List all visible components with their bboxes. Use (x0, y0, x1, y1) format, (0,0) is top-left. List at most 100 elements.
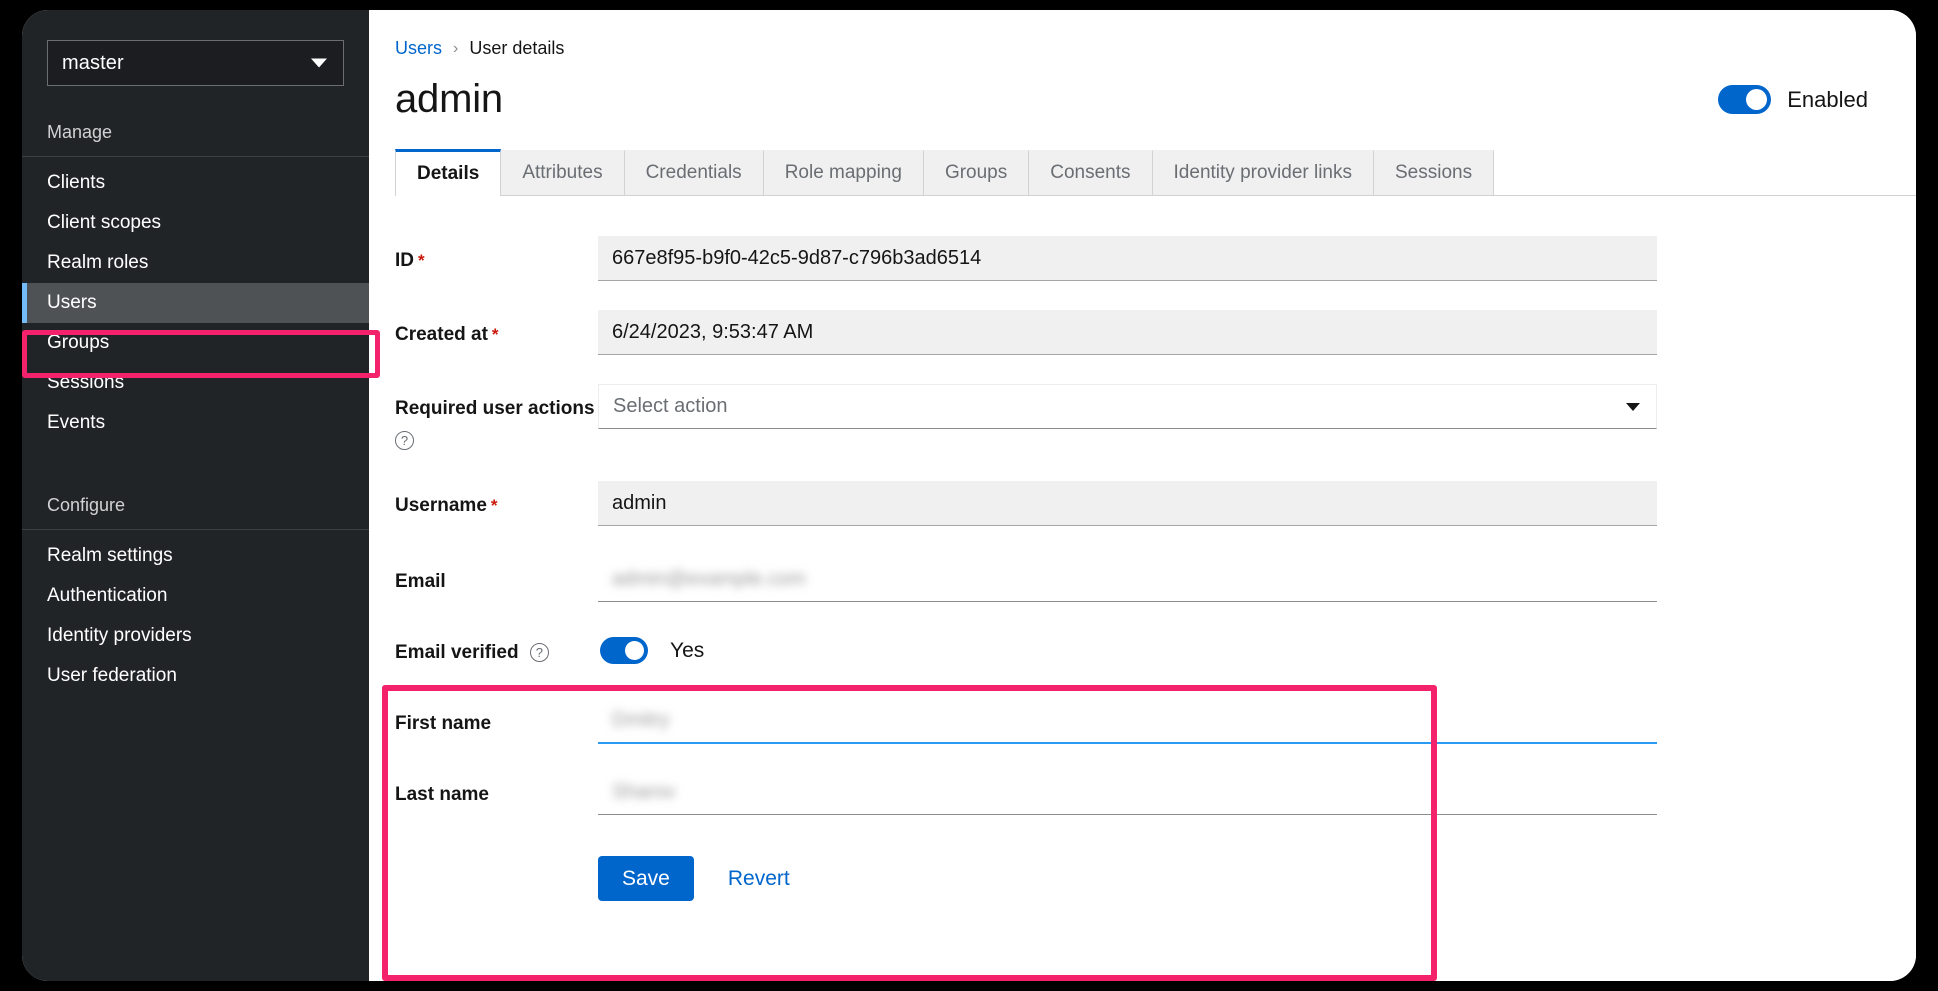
toggle-knob (625, 641, 644, 660)
sidebar-item-authentication[interactable]: Authentication (22, 576, 369, 616)
nav-section-title-configure: Configure (22, 485, 369, 529)
page-header: admin Enabled (369, 59, 1916, 122)
breadcrumb-separator-icon: › (453, 40, 458, 58)
first-name-value-redacted: Dmitry (612, 709, 670, 732)
created-at-input[interactable]: 6/24/2023, 9:53:47 AM (598, 310, 1657, 355)
last-name-input[interactable]: Sharov (598, 770, 1657, 815)
tab-label: Credentials (646, 162, 742, 184)
chevron-down-icon (1626, 403, 1640, 411)
form-row-created-at: Created at* 6/24/2023, 9:53:47 AM (369, 310, 1916, 355)
control-created-at: 6/24/2023, 9:53:47 AM (598, 310, 1657, 355)
breadcrumb-link-users[interactable]: Users (395, 38, 442, 59)
sidebar-item-label: User federation (47, 665, 177, 687)
label-text: Last name (395, 784, 489, 805)
save-button[interactable]: Save (598, 856, 694, 901)
tab-label: Sessions (1395, 162, 1472, 184)
breadcrumb-current: User details (469, 38, 564, 59)
sidebar-item-clients[interactable]: Clients (22, 163, 369, 203)
label-text: Username (395, 495, 487, 516)
label-username: Username* (395, 481, 598, 521)
required-marker: * (492, 325, 499, 344)
control-last-name: Sharov (598, 770, 1657, 815)
tab-groups[interactable]: Groups (924, 150, 1029, 195)
sidebar-item-sessions[interactable]: Sessions (22, 363, 369, 403)
label-text: Email verified (395, 642, 519, 663)
form-row-email-verified: Email verified ? Yes (369, 628, 1916, 673)
label-text: Email (395, 571, 446, 592)
tab-details[interactable]: Details (395, 149, 501, 196)
email-verified-state-label: Yes (670, 639, 704, 663)
sidebar-item-groups[interactable]: Groups (22, 323, 369, 363)
label-required-user-actions: Required user actions ? (395, 384, 598, 452)
tab-label: Identity provider links (1174, 162, 1352, 184)
sidebar-item-client-scopes[interactable]: Client scopes (22, 203, 369, 243)
id-input[interactable]: 667e8f95-b9f0-42c5-9d87-c796b3ad6514 (598, 236, 1657, 281)
tab-label: Consents (1050, 162, 1130, 184)
tab-identity-provider-links[interactable]: Identity provider links (1153, 150, 1374, 195)
enabled-toggle-group: Enabled (1718, 85, 1868, 114)
sidebar-item-label: Sessions (47, 372, 124, 394)
email-verified-toggle[interactable] (600, 637, 648, 664)
sidebar-item-label: Users (47, 292, 97, 314)
toggle-knob (1746, 89, 1767, 110)
control-email-verified: Yes (598, 628, 1657, 673)
form-actions: Save Revert (369, 856, 1916, 901)
sidebar-item-users[interactable]: Users (22, 283, 369, 323)
sidebar-item-realm-roles[interactable]: Realm roles (22, 243, 369, 283)
tab-role-mapping[interactable]: Role mapping (764, 150, 924, 195)
form-row-last-name: Last name Sharov (369, 770, 1916, 815)
email-verified-toggle-group: Yes (598, 628, 1657, 673)
email-input[interactable]: admin@example.com (598, 557, 1657, 602)
label-text: ID (395, 250, 414, 271)
form-row-id: ID* 667e8f95-b9f0-42c5-9d87-c796b3ad6514 (369, 236, 1916, 281)
form-row-username: Username* admin (369, 481, 1916, 526)
tab-attributes[interactable]: Attributes (501, 150, 624, 195)
sidebar-item-label: Client scopes (47, 212, 161, 234)
tab-label: Role mapping (785, 162, 902, 184)
question-circle-icon[interactable]: ? (530, 643, 549, 662)
first-name-input[interactable]: Dmitry (598, 699, 1657, 744)
sidebar-navigation: master Manage Clients Client scopes Real… (22, 10, 369, 981)
sidebar-item-label: Clients (47, 172, 105, 194)
enabled-toggle[interactable] (1718, 85, 1771, 114)
username-input[interactable]: admin (598, 481, 1657, 526)
page-title: admin (395, 77, 503, 122)
label-text: First name (395, 713, 491, 734)
tab-label: Groups (945, 162, 1007, 184)
control-required-user-actions: Select action (598, 384, 1657, 429)
form-row-first-name: First name Dmitry (369, 699, 1916, 744)
tab-label: Attributes (522, 162, 602, 184)
sidebar-item-label: Realm settings (47, 545, 173, 567)
label-first-name: First name (395, 699, 598, 739)
chevron-down-icon (311, 59, 327, 68)
select-placeholder: Select action (613, 395, 728, 418)
revert-button[interactable]: Revert (722, 867, 796, 891)
email-value-redacted: admin@example.com (612, 568, 806, 591)
label-text: Required user actions (395, 398, 595, 419)
sidebar-item-events[interactable]: Events (22, 403, 369, 443)
label-last-name: Last name (395, 770, 598, 810)
control-email: admin@example.com (598, 557, 1657, 602)
enabled-toggle-label: Enabled (1787, 87, 1868, 113)
form-row-email: Email admin@example.com (369, 557, 1916, 602)
sidebar-item-label: Identity providers (47, 625, 192, 647)
control-first-name: Dmitry (598, 699, 1657, 744)
tab-consents[interactable]: Consents (1029, 150, 1152, 195)
main-content: Users › User details admin Enabled Detai… (369, 10, 1916, 981)
sidebar-item-user-federation[interactable]: User federation (22, 656, 369, 696)
sidebar-item-label: Groups (47, 332, 109, 354)
sidebar-item-identity-providers[interactable]: Identity providers (22, 616, 369, 656)
sidebar-item-realm-settings[interactable]: Realm settings (22, 536, 369, 576)
tab-credentials[interactable]: Credentials (625, 150, 764, 195)
sidebar-item-label: Events (47, 412, 105, 434)
last-name-value-redacted: Sharov (612, 781, 675, 804)
nav-list-manage: Clients Client scopes Realm roles Users … (22, 157, 369, 443)
tab-sessions[interactable]: Sessions (1374, 150, 1494, 195)
nav-list-configure: Realm settings Authentication Identity p… (22, 530, 369, 696)
question-circle-icon[interactable]: ? (395, 431, 414, 450)
realm-selector[interactable]: master (47, 40, 344, 86)
sidebar-item-label: Authentication (47, 585, 167, 607)
required-user-actions-select[interactable]: Select action (598, 384, 1657, 429)
required-marker: * (491, 496, 498, 515)
required-marker: * (418, 251, 425, 270)
